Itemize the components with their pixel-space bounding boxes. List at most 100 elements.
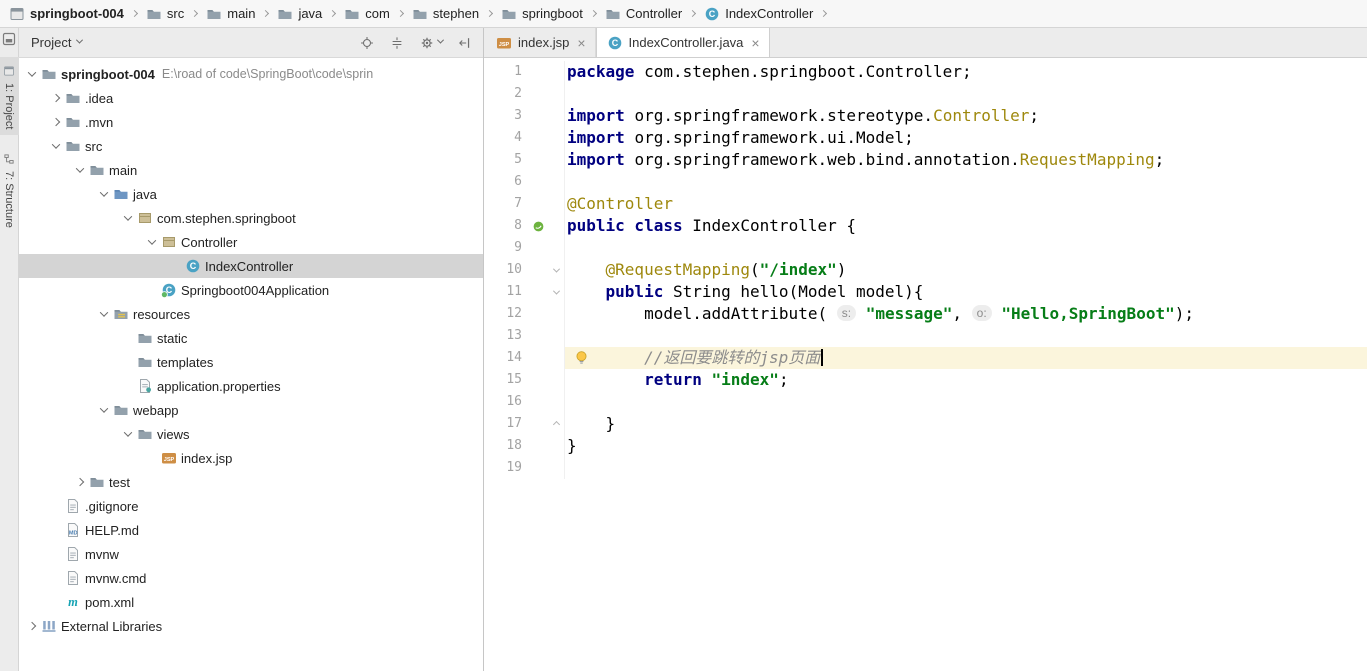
breadcrumb-label: java xyxy=(298,6,323,21)
tree-expand-toggle[interactable] xyxy=(119,212,136,221)
tree-item-label: static xyxy=(157,330,188,346)
tab-close-icon[interactable]: × xyxy=(577,36,585,50)
tree-item-application-properties[interactable]: application.properties xyxy=(19,374,483,398)
maven-icon: m xyxy=(64,594,82,610)
editor-tab-indexcontroller-java[interactable]: C IndexController.java × xyxy=(595,28,770,57)
tree-expand-toggle[interactable] xyxy=(95,308,112,317)
tree-item-label: .mvn xyxy=(85,114,114,130)
gutter-slot xyxy=(528,281,548,303)
breadcrumb-item[interactable]: springboot-004 xyxy=(6,5,126,23)
code-text: package com.stephen.springboot.Controlle… xyxy=(564,61,1367,83)
tree-item-index-jsp[interactable]: JSP index.jsp xyxy=(19,446,483,470)
fold-marker-icon[interactable] xyxy=(548,281,564,303)
tree-item-springboot004application[interactable]: C Springboot004Application xyxy=(19,278,483,302)
tree-item-views[interactable]: views xyxy=(19,422,483,446)
chevron-right-icon xyxy=(27,621,36,631)
line-number: 3 xyxy=(514,108,522,123)
tree-item--mvn[interactable]: .mvn xyxy=(19,110,483,134)
tree-expand-toggle[interactable] xyxy=(143,236,160,245)
locate-button[interactable] xyxy=(358,35,376,51)
tree-item-main[interactable]: main xyxy=(19,158,483,182)
tab-close-icon[interactable]: × xyxy=(751,36,759,50)
breadcrumb-item[interactable]: C IndexController xyxy=(701,5,815,23)
line-number: 15 xyxy=(506,372,522,387)
fold-column xyxy=(548,61,564,83)
tree-expand-toggle[interactable] xyxy=(23,68,40,77)
tool-button-structure[interactable]: 7: Structure xyxy=(0,145,19,234)
tree-item-pom-xml[interactable]: m pom.xml xyxy=(19,590,483,614)
code-text xyxy=(564,457,1367,479)
code-text: @RequestMapping("/index") xyxy=(564,259,1367,281)
tree-expand-toggle[interactable] xyxy=(71,164,88,173)
tree-item-label: webapp xyxy=(133,402,179,418)
code-text: //返回要跳转的jsp页面 xyxy=(564,347,1367,369)
gear-button[interactable] xyxy=(418,35,445,51)
tree-item-static[interactable]: static xyxy=(19,326,483,350)
tree-item-mvnw-cmd[interactable]: mvnw.cmd xyxy=(19,566,483,590)
code-editor[interactable]: 1 package com.stephen.springboot.Controll… xyxy=(484,58,1367,671)
md-icon: MD xyxy=(64,522,82,538)
tree-item-controller[interactable]: Controller xyxy=(19,230,483,254)
tree-item-mvnw[interactable]: mvnw xyxy=(19,542,483,566)
tree-item-com-stephen-springboot[interactable]: com.stephen.springboot xyxy=(19,206,483,230)
chevron-down-icon xyxy=(51,140,60,149)
fold-column xyxy=(548,193,564,215)
code-text xyxy=(564,237,1367,259)
gutter-slot xyxy=(528,413,548,435)
text-caret xyxy=(821,349,824,366)
chevron-down-icon xyxy=(76,36,84,44)
folder-icon xyxy=(88,162,106,178)
breadcrumb-item[interactable]: springboot xyxy=(498,5,585,23)
tree-item-help-md[interactable]: MD HELP.md xyxy=(19,518,483,542)
gutter-slot xyxy=(528,105,548,127)
breadcrumb-separator-icon xyxy=(396,9,404,18)
tool-button-project[interactable]: 1: Project xyxy=(0,57,19,136)
line-number: 7 xyxy=(514,196,522,211)
editor-tab-index-jsp[interactable]: JSP index.jsp × xyxy=(486,28,596,57)
intention-bulb-icon[interactable] xyxy=(573,349,590,366)
tree-expand-toggle[interactable] xyxy=(47,140,64,149)
tree-item-src[interactable]: src xyxy=(19,134,483,158)
tree-expand-toggle[interactable] xyxy=(47,117,64,127)
tree-item-resources[interactable]: resources xyxy=(19,302,483,326)
fold-marker-icon[interactable] xyxy=(548,259,564,281)
gutter-slot xyxy=(528,171,548,193)
tree-item--gitignore[interactable]: .gitignore xyxy=(19,494,483,518)
tree-item-webapp[interactable]: webapp xyxy=(19,398,483,422)
project-panel-title: Project xyxy=(31,35,72,50)
tree-expand-toggle[interactable] xyxy=(23,621,40,631)
breadcrumb-item[interactable]: main xyxy=(203,5,257,23)
tree-item-external-libraries[interactable]: External Libraries xyxy=(19,614,483,638)
breadcrumb-item[interactable]: src xyxy=(143,5,186,23)
tree-item-springboot-004[interactable]: springboot-004 E:\road of code\SpringBoot… xyxy=(19,62,483,86)
tree-expand-toggle[interactable] xyxy=(119,428,136,437)
tool-windows-switcher-icon[interactable] xyxy=(0,31,18,47)
breadcrumb-item[interactable]: Controller xyxy=(602,5,684,23)
tree-item--idea[interactable]: .idea xyxy=(19,86,483,110)
breadcrumb-item[interactable]: stephen xyxy=(409,5,481,23)
breadcrumb-separator-icon xyxy=(191,9,199,18)
lib-icon xyxy=(40,618,58,634)
breadcrumb: springboot-004 src main java com stephen sprin… xyxy=(6,5,829,23)
project-view-selector[interactable]: Project xyxy=(31,35,84,50)
tree-item-test[interactable]: test xyxy=(19,470,483,494)
tree-item-templates[interactable]: templates xyxy=(19,350,483,374)
tree-expand-toggle[interactable] xyxy=(95,404,112,413)
fold-marker-icon[interactable] xyxy=(548,413,564,435)
project-tool-icon xyxy=(0,63,18,79)
file-icon xyxy=(64,570,82,586)
breadcrumb-item[interactable]: java xyxy=(274,5,324,23)
tree-expand-toggle[interactable] xyxy=(95,188,112,197)
spring-bean-gutter-icon[interactable] xyxy=(528,215,548,237)
tree-item-label: views xyxy=(157,426,190,442)
tree-item-indexcontroller[interactable]: C IndexController xyxy=(19,254,483,278)
tree-item-java[interactable]: java xyxy=(19,182,483,206)
code-text xyxy=(564,391,1367,413)
line-number: 11 xyxy=(506,284,522,299)
tree-expand-toggle[interactable] xyxy=(47,93,64,103)
collapse-button[interactable] xyxy=(388,35,406,51)
breadcrumb-item[interactable]: com xyxy=(341,5,392,23)
hide-button[interactable] xyxy=(455,35,473,51)
code-line: 6 xyxy=(484,171,1367,193)
tree-expand-toggle[interactable] xyxy=(71,477,88,487)
